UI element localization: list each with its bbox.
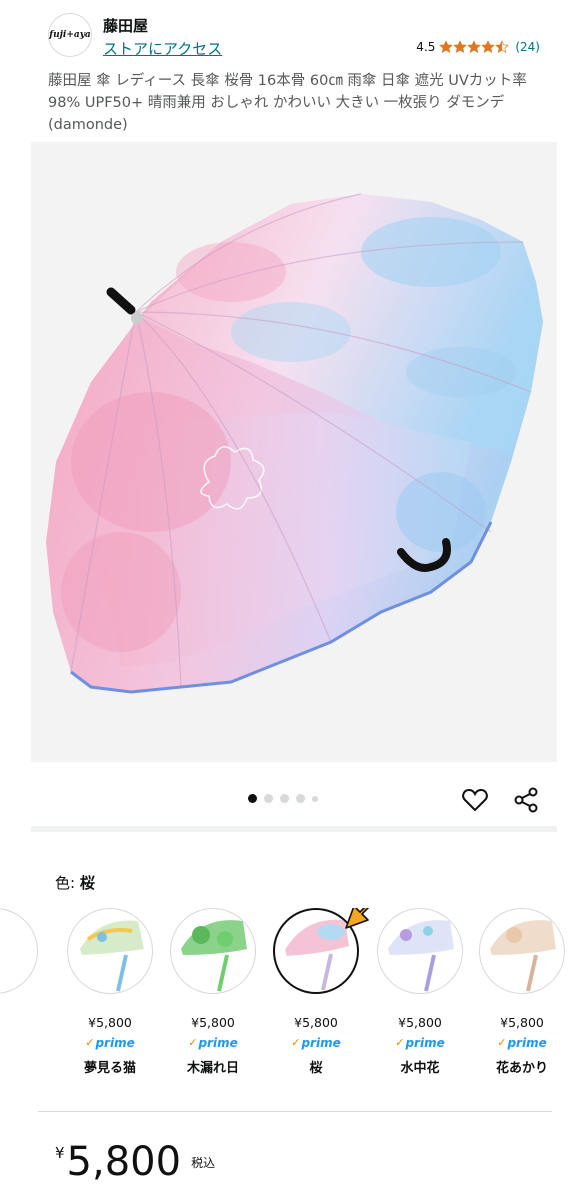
carousel-dot[interactable]: [296, 794, 305, 803]
store-logo-text: fuji+aya: [49, 30, 91, 40]
star-icon: [467, 40, 482, 53]
price-currency: ¥: [55, 1144, 65, 1162]
star-icon: [439, 40, 454, 53]
prime-badge: ✓ prime: [291, 1035, 341, 1050]
carousel-dot[interactable]: [248, 794, 257, 803]
swatch-name: 水中花: [400, 1061, 440, 1076]
swatch-name: 夢見る猫: [83, 1061, 136, 1076]
swatch-price: ¥5,800: [191, 1015, 235, 1030]
umbrella-image: [46, 193, 543, 694]
prime-badge: ✓ prime: [497, 1035, 547, 1050]
visit-store-link[interactable]: ストアにアクセス: [103, 38, 222, 59]
rating-stars: [439, 40, 510, 54]
prime-badge: ✓ prime: [188, 1035, 238, 1050]
swatch-name: 桜: [309, 1061, 323, 1076]
rating[interactable]: 4.5 (24): [416, 40, 540, 54]
prime-badge: ✓ prime: [85, 1035, 135, 1050]
color-swatch[interactable]: ¥5,800 ✓ prime 夢見る猫: [66, 908, 154, 1076]
carousel-dot[interactable]: [280, 794, 289, 803]
star-icon: [453, 40, 468, 53]
swatch-price: ¥5,800: [294, 1015, 338, 1030]
heart-icon[interactable]: [461, 786, 489, 814]
arrow-icon: [345, 908, 370, 929]
color-label: 色: 桜: [55, 872, 95, 893]
color-label-prefix: 色:: [55, 874, 80, 892]
prime-badge: ✓ prime: [395, 1035, 445, 1050]
carousel-dot[interactable]: [312, 795, 318, 802]
swatch-image: [479, 908, 565, 994]
color-swatches[interactable]: ¥5,800 ✓ prime 夢見る猫 ¥5,800 ✓ prime 木漏れ日 ¥5…: [0, 908, 586, 1088]
swatch-price: ¥5,800: [500, 1015, 544, 1030]
swatch-image: [170, 908, 256, 994]
store-header: fuji+aya 藤田屋 ストアにアクセス 4.5 (24): [0, 0, 586, 66]
swatch-name: 木漏れ日: [186, 1061, 239, 1076]
swatch-price: ¥5,800: [88, 1015, 132, 1030]
swatch-image: [67, 908, 153, 994]
price: ¥ 5,800 税込: [55, 1138, 215, 1186]
section-divider: [31, 826, 557, 832]
selected-color: 桜: [79, 874, 95, 892]
share-icon[interactable]: [512, 786, 540, 814]
section-divider: [38, 1111, 552, 1112]
carousel-dots[interactable]: [248, 794, 318, 803]
star-icon: [481, 40, 496, 53]
carousel-dot[interactable]: [264, 794, 273, 803]
swatch-price: ¥5,800: [398, 1015, 442, 1030]
color-swatch[interactable]: ¥5,800 ✓ prime 花あかり: [478, 908, 566, 1076]
rating-count[interactable]: (24): [515, 40, 540, 54]
store-name: 藤田屋: [103, 17, 149, 35]
star-icon: [495, 40, 510, 53]
price-amount: 5,800: [66, 1139, 182, 1185]
tax-note: 税込: [191, 1156, 216, 1170]
rating-value: 4.5: [416, 40, 436, 54]
swatch-partial[interactable]: [0, 908, 38, 994]
swatch-name: 花あかり: [495, 1061, 548, 1076]
product-title: 藤田屋 傘 レディース 長傘 桜骨 16本骨 60㎝ 雨傘 日傘 遮光 UVカッ…: [48, 73, 527, 133]
store-logo[interactable]: fuji+aya: [48, 13, 92, 57]
color-swatch[interactable]: ¥5,800 ✓ prime 木漏れ日: [169, 908, 257, 1076]
product-image[interactable]: [31, 142, 557, 762]
